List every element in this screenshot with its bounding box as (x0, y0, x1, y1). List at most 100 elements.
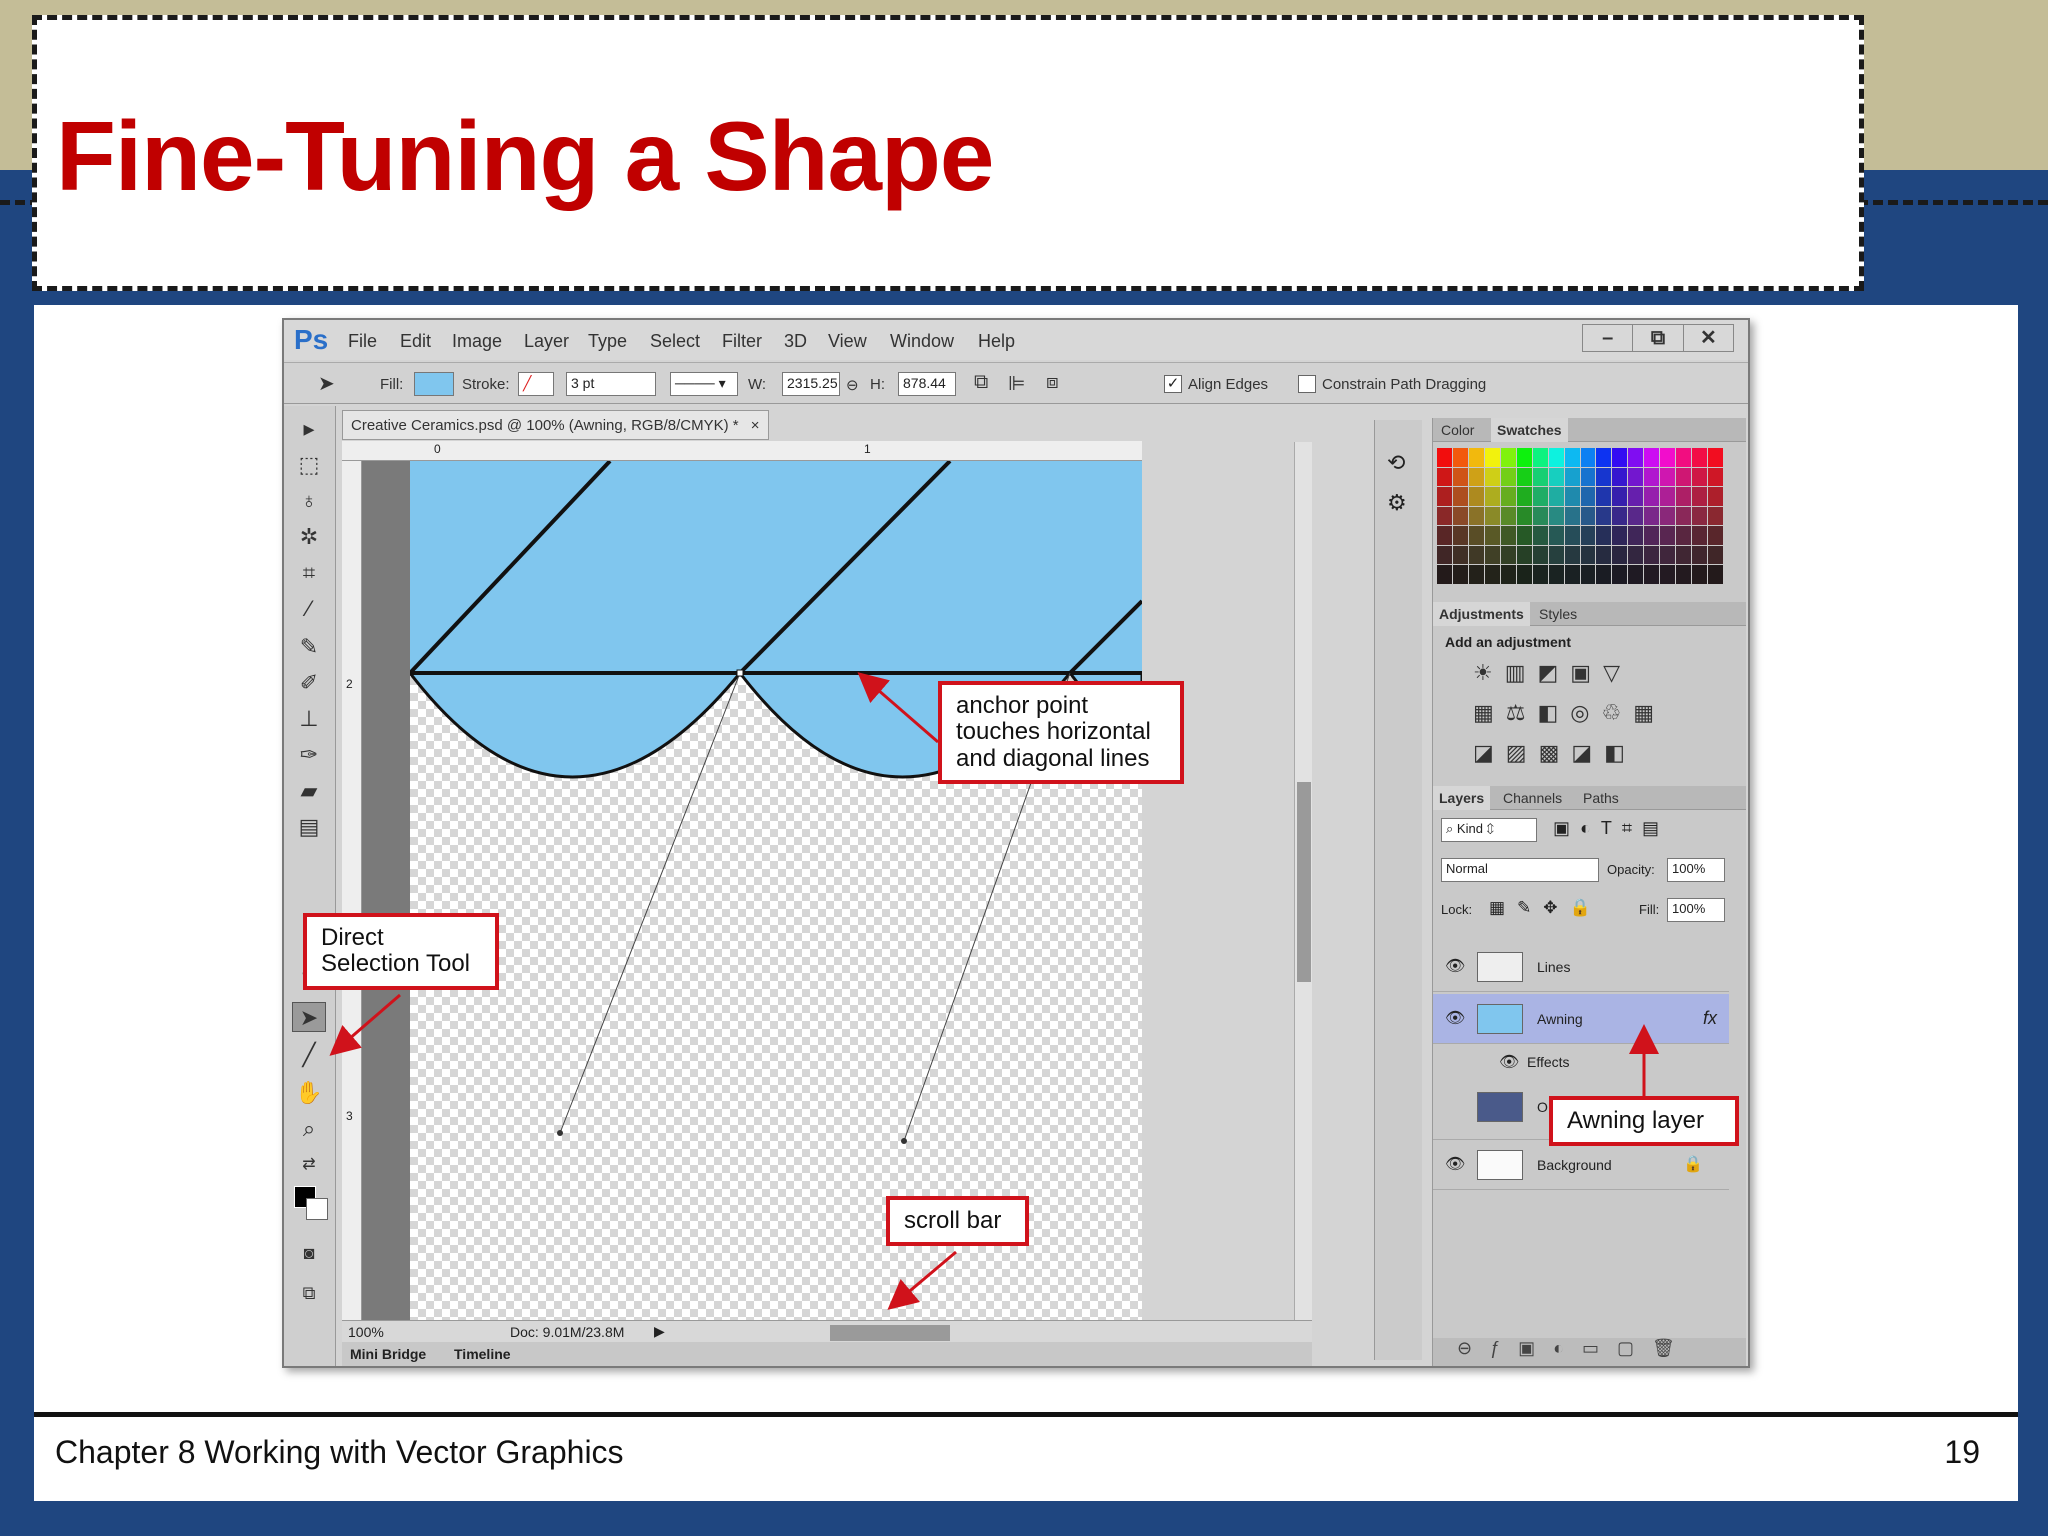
swatch[interactable] (1437, 506, 1452, 526)
stroke-size-field[interactable]: 3 pt (566, 372, 656, 396)
tab-paths[interactable]: Paths (1583, 790, 1619, 806)
marquee-tool-icon[interactable]: ⬚ (292, 450, 326, 480)
swatch[interactable] (1484, 545, 1500, 565)
background-color-swatch[interactable] (306, 1198, 328, 1220)
swatch[interactable] (1516, 467, 1532, 487)
swatch[interactable] (1468, 506, 1484, 526)
layer-row[interactable]: 👁 Lines (1433, 942, 1729, 992)
swatch[interactable] (1692, 545, 1708, 565)
menu-type[interactable]: Type (588, 331, 627, 352)
swatch[interactable] (1628, 467, 1644, 487)
swatch[interactable] (1437, 487, 1452, 506)
swatch[interactable] (1612, 506, 1628, 526)
swatch[interactable] (1548, 487, 1564, 506)
swatch[interactable] (1484, 565, 1500, 584)
swatch[interactable] (1564, 565, 1580, 584)
adjustment-icons-row-1[interactable]: ☀▥◩▣▽ (1473, 660, 1632, 686)
height-field[interactable]: 878.44 (898, 372, 956, 396)
swatch[interactable] (1596, 487, 1612, 506)
visibility-eye-icon[interactable]: 👁 (1445, 1154, 1465, 1174)
swatch[interactable] (1660, 467, 1676, 487)
path-operations-icon[interactable]: ⧉ (974, 371, 988, 394)
swatch[interactable] (1532, 526, 1548, 545)
adjustment-icons-row-2[interactable]: ▦⚖◧◎♲▦ (1473, 700, 1666, 726)
menu-help[interactable]: Help (978, 331, 1015, 352)
visibility-eye-icon[interactable]: 👁 (1445, 1008, 1465, 1028)
direct-selection-tool-icon[interactable]: ➤ (292, 1002, 326, 1032)
swatch[interactable] (1612, 448, 1628, 467)
swatch[interactable] (1676, 467, 1692, 487)
swatch[interactable] (1596, 565, 1612, 584)
swatch[interactable] (1468, 467, 1484, 487)
swatch[interactable] (1452, 467, 1468, 487)
layer-kind-filter[interactable]: ⌕ Kind ⇕ (1441, 818, 1537, 842)
path-alignment-icon[interactable]: ⊫ (1008, 371, 1025, 396)
swatch[interactable] (1452, 526, 1468, 545)
restore-button[interactable]: ⧉ (1633, 325, 1684, 351)
path-arrangement-icon[interactable]: ⧈ (1046, 371, 1059, 394)
swatch[interactable] (1628, 545, 1644, 565)
tab-swatches[interactable]: Swatches (1491, 418, 1568, 442)
menu-window[interactable]: Window (890, 331, 954, 352)
eraser-tool-icon[interactable]: ▰ (292, 776, 326, 806)
swatch[interactable] (1500, 526, 1516, 545)
fx-icon[interactable]: fx (1703, 1008, 1717, 1029)
swatch[interactable] (1516, 545, 1532, 565)
stroke-type-dropdown[interactable]: ──── ▾ (670, 372, 738, 396)
swatch[interactable] (1692, 526, 1708, 545)
document-canvas[interactable] (406, 459, 1142, 1321)
tab-layers[interactable]: Layers (1433, 786, 1491, 810)
swatch[interactable] (1692, 506, 1708, 526)
swatch[interactable] (1676, 448, 1692, 467)
swatch[interactable] (1580, 467, 1596, 487)
swatch[interactable] (1676, 506, 1692, 526)
effects-eye-icon[interactable]: 👁 (1499, 1052, 1519, 1072)
layer-filter-icons[interactable]: ▣◐T⌗▤ (1553, 818, 1669, 839)
swatch[interactable] (1596, 448, 1612, 467)
swatch[interactable] (1452, 506, 1468, 526)
tab-adjustments[interactable]: Adjustments (1433, 602, 1530, 626)
line-tool-icon[interactable]: ╱ (292, 1040, 326, 1070)
lock-icons[interactable]: ▦✎✥🔒 (1489, 898, 1603, 918)
swatch[interactable] (1548, 448, 1564, 467)
swatch[interactable] (1452, 565, 1468, 584)
minimize-button[interactable]: – (1583, 325, 1634, 351)
swatch[interactable] (1580, 565, 1596, 584)
status-menu-arrow-icon[interactable]: ▶ (654, 1323, 665, 1340)
swatch[interactable] (1692, 467, 1708, 487)
swatch[interactable] (1548, 506, 1564, 526)
layer-effects-row[interactable]: 👁 Effects (1433, 1046, 1729, 1082)
swatch[interactable] (1708, 467, 1723, 487)
swatch[interactable] (1596, 467, 1612, 487)
swatch[interactable] (1516, 565, 1532, 584)
swatch[interactable] (1580, 487, 1596, 506)
fill-swatch[interactable] (414, 372, 454, 396)
swatch[interactable] (1612, 545, 1628, 565)
zoom-tool-icon[interactable]: ⌕ (292, 1114, 326, 1144)
swatch[interactable] (1708, 448, 1723, 467)
menu-image[interactable]: Image (452, 331, 502, 352)
swatch[interactable] (1708, 506, 1723, 526)
swatch[interactable] (1596, 545, 1612, 565)
eyedropper-tool-icon[interactable]: ⁄ (292, 594, 326, 624)
swatch[interactable] (1644, 487, 1660, 506)
swatch[interactable] (1548, 565, 1564, 584)
swatch[interactable] (1437, 448, 1452, 467)
history-panel-icon[interactable]: ⟲ (1387, 450, 1405, 476)
tab-mini-bridge[interactable]: Mini Bridge (350, 1346, 426, 1362)
swatch[interactable] (1660, 565, 1676, 584)
adjustment-icons-row-3[interactable]: ◪▨▩◪◧ (1473, 740, 1637, 766)
swatch[interactable] (1564, 545, 1580, 565)
swatch[interactable] (1612, 487, 1628, 506)
swatch[interactable] (1564, 448, 1580, 467)
brush-tool-icon[interactable]: ✐ (292, 668, 326, 698)
visibility-eye-icon[interactable]: 👁 (1445, 956, 1465, 976)
tab-color[interactable]: Color (1441, 422, 1474, 438)
swatch[interactable] (1596, 526, 1612, 545)
swatch[interactable] (1437, 565, 1452, 584)
swatch[interactable] (1484, 506, 1500, 526)
swatch[interactable] (1644, 565, 1660, 584)
swatch[interactable] (1676, 565, 1692, 584)
swatch[interactable] (1564, 467, 1580, 487)
swatch[interactable] (1596, 506, 1612, 526)
